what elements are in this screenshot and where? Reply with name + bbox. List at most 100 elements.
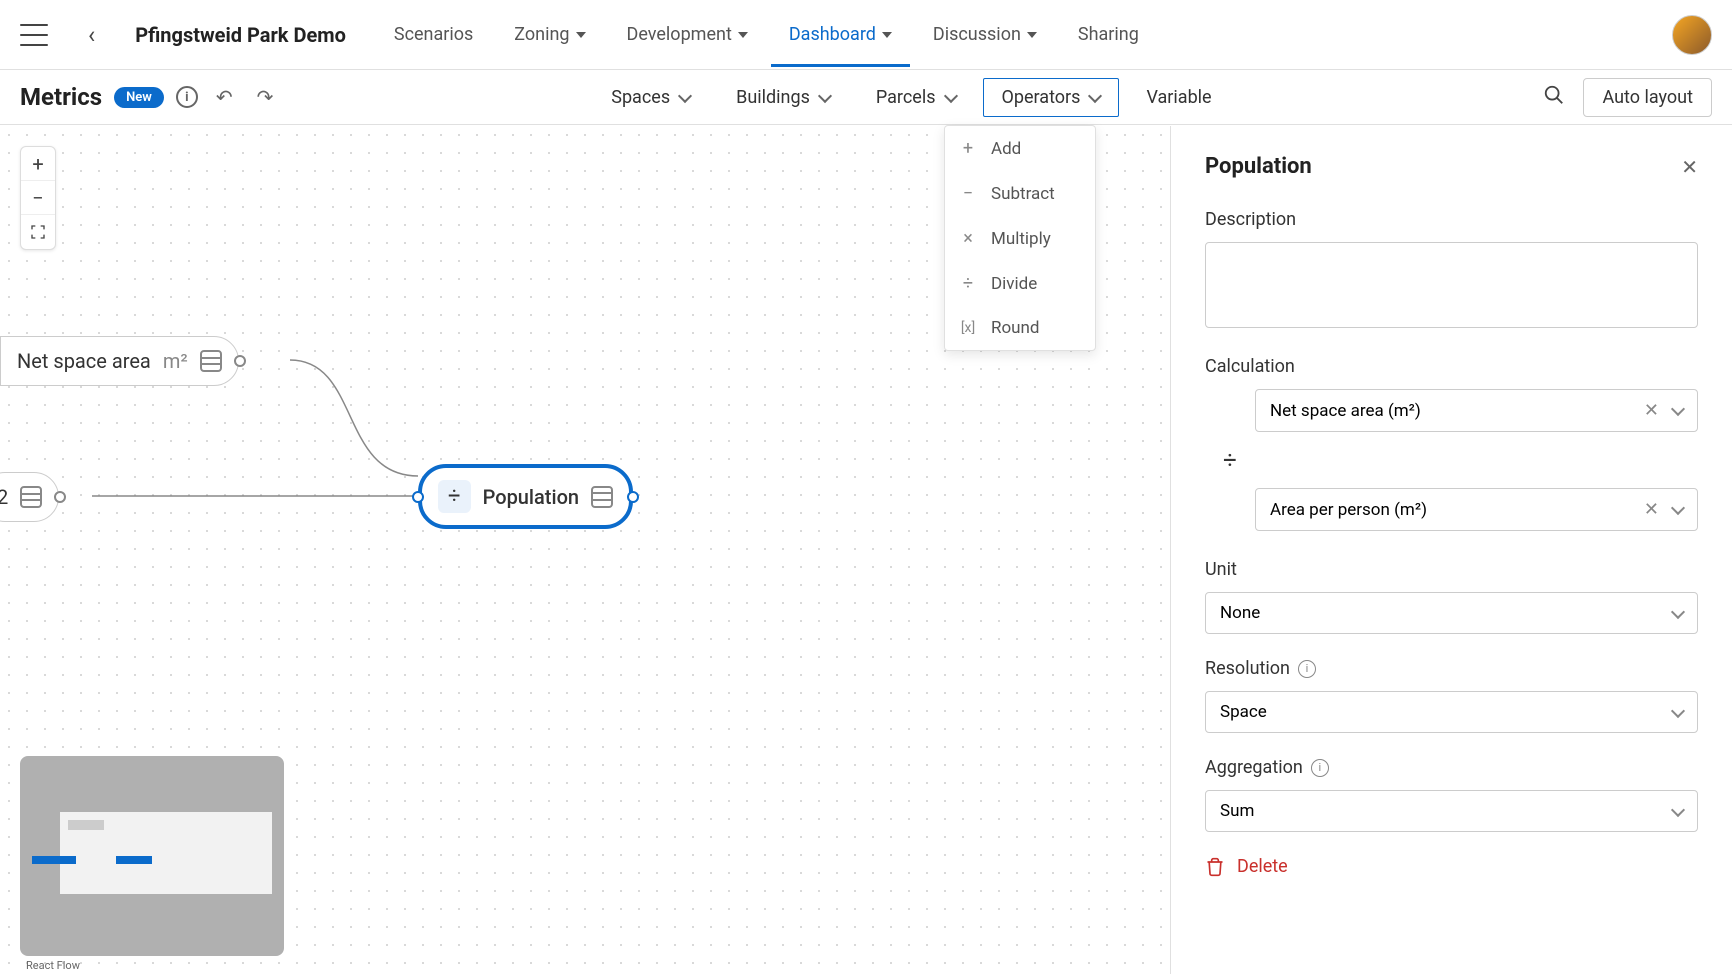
caret-down-icon <box>738 32 748 38</box>
fit-view-button[interactable] <box>21 215 55 249</box>
zoom-out-button[interactable]: − <box>21 181 55 215</box>
calc-value: Area per person (m²) <box>1270 500 1427 520</box>
aggregation-select[interactable]: Sum <box>1205 790 1698 832</box>
metrics-toolbar: Metrics New i ↶ ↷ Spaces Buildings Parce… <box>0 70 1732 125</box>
info-icon[interactable]: i <box>1311 759 1329 777</box>
chevron-down-icon <box>818 88 832 102</box>
btn-label: Parcels <box>876 87 936 108</box>
resolution-label: Resolution i <box>1205 658 1698 679</box>
nav-label: Development <box>627 24 732 45</box>
nav-sharing[interactable]: Sharing <box>1060 2 1157 67</box>
chevron-down-icon <box>1671 604 1685 618</box>
trash-icon <box>1205 857 1225 877</box>
multiply-icon: × <box>959 228 977 249</box>
chevron-down-icon[interactable] <box>1671 402 1685 416</box>
op-label: Multiply <box>991 229 1051 249</box>
node-partial[interactable]: 2 <box>0 472 59 522</box>
node-handle-in[interactable] <box>412 491 424 503</box>
operator-multiply[interactable]: × Multiply <box>945 216 1095 261</box>
operator-round[interactable]: [x]Round <box>945 306 1095 350</box>
node-handle-out[interactable] <box>234 355 246 367</box>
user-avatar[interactable] <box>1672 15 1712 55</box>
nav-zoning[interactable]: Zoning <box>496 2 603 67</box>
nav-label: Discussion <box>933 24 1021 45</box>
toolbar-variable[interactable]: Variable <box>1127 78 1230 117</box>
operator-add[interactable]: + Add <box>945 126 1095 171</box>
search-icon[interactable] <box>1543 84 1565 111</box>
node-unit: m² <box>163 349 188 373</box>
nav-label: Dashboard <box>789 24 876 45</box>
calc-input-1[interactable]: Net space area (m²) ✕ <box>1255 389 1698 432</box>
chevron-down-icon <box>943 88 957 102</box>
node-handle-out[interactable] <box>627 491 639 503</box>
resolution-select[interactable]: Space <box>1205 691 1698 733</box>
unit-label: Unit <box>1205 559 1698 580</box>
select-value: Space <box>1220 702 1267 722</box>
top-nav: ‹ Pfingstweid Park Demo Scenarios Zoning… <box>0 0 1732 70</box>
minimap-node <box>68 820 104 830</box>
btn-label: Operators <box>1002 87 1081 108</box>
node-population[interactable]: ÷ Population <box>418 464 633 529</box>
label-text: Aggregation <box>1205 757 1303 778</box>
toolbar-operators[interactable]: Operators <box>983 78 1120 117</box>
minimap-label: React Flow <box>26 959 80 972</box>
toolbar-buildings[interactable]: Buildings <box>717 78 849 117</box>
nav-label: Sharing <box>1078 24 1139 45</box>
delete-button[interactable]: Delete <box>1205 856 1698 877</box>
plus-icon: + <box>959 138 977 159</box>
nav-label: Scenarios <box>394 24 473 45</box>
nav-development[interactable]: Development <box>609 2 766 67</box>
nav-dashboard[interactable]: Dashboard <box>771 2 910 67</box>
hamburger-menu-icon[interactable] <box>20 24 48 46</box>
clear-icon[interactable]: ✕ <box>1644 499 1659 520</box>
operator-divide[interactable]: ÷Divide <box>945 261 1095 306</box>
clear-icon[interactable]: ✕ <box>1644 400 1659 421</box>
calc-input-2[interactable]: Area per person (m²) ✕ <box>1255 488 1698 531</box>
panel-title: Population <box>1205 154 1312 179</box>
zoom-in-button[interactable]: + <box>21 147 55 181</box>
nav-items: Scenarios Zoning Development Dashboard D… <box>376 2 1672 67</box>
op-label: Subtract <box>991 184 1055 204</box>
operator-subtract[interactable]: −Subtract <box>945 171 1095 216</box>
node-label: Net space area <box>17 349 151 373</box>
toolbar-title: Metrics <box>20 83 102 111</box>
op-label: Add <box>991 139 1021 159</box>
minimap-node <box>116 856 152 864</box>
redo-icon[interactable]: ↷ <box>251 85 280 109</box>
btn-label: Variable <box>1146 87 1211 108</box>
info-icon[interactable]: i <box>176 86 198 108</box>
table-icon <box>591 486 613 508</box>
calc-row-1: Net space area (m²) ✕ <box>1205 389 1698 432</box>
node-handle-out[interactable] <box>54 491 66 503</box>
table-icon <box>200 350 222 372</box>
table-icon <box>20 486 42 508</box>
caret-down-icon <box>882 32 892 38</box>
description-input[interactable] <box>1205 242 1698 328</box>
delete-label: Delete <box>1237 856 1288 877</box>
info-icon[interactable]: i <box>1298 660 1316 678</box>
toolbar-left: Metrics New i ↶ ↷ <box>20 83 279 111</box>
caret-down-icon <box>576 32 586 38</box>
close-icon[interactable]: ✕ <box>1681 155 1698 179</box>
divide-icon: ÷ <box>438 480 471 513</box>
back-button[interactable]: ‹ <box>78 21 105 49</box>
op-label: Round <box>991 318 1040 338</box>
calc-operator: ÷ <box>1205 446 1255 474</box>
auto-layout-button[interactable]: Auto layout <box>1583 78 1712 117</box>
minus-icon: − <box>959 183 977 204</box>
aggregation-label: Aggregation i <box>1205 757 1698 778</box>
properties-panel: Population ✕ Description Calculation Net… <box>1170 126 1732 974</box>
node-net-space-area[interactable]: Net space area m² <box>0 336 239 386</box>
toolbar-spaces[interactable]: Spaces <box>592 78 709 117</box>
nav-discussion[interactable]: Discussion <box>915 2 1055 67</box>
label-text: Resolution <box>1205 658 1290 679</box>
toolbar-parcels[interactable]: Parcels <box>857 78 975 117</box>
chevron-down-icon[interactable] <box>1671 501 1685 515</box>
chevron-down-icon <box>1671 802 1685 816</box>
minimap[interactable]: React Flow <box>20 756 284 956</box>
undo-icon[interactable]: ↶ <box>210 85 239 109</box>
caret-down-icon <box>1027 32 1037 38</box>
nav-scenarios[interactable]: Scenarios <box>376 2 491 67</box>
calc-row-2: Area per person (m²) ✕ <box>1205 488 1698 531</box>
unit-select[interactable]: None <box>1205 592 1698 634</box>
